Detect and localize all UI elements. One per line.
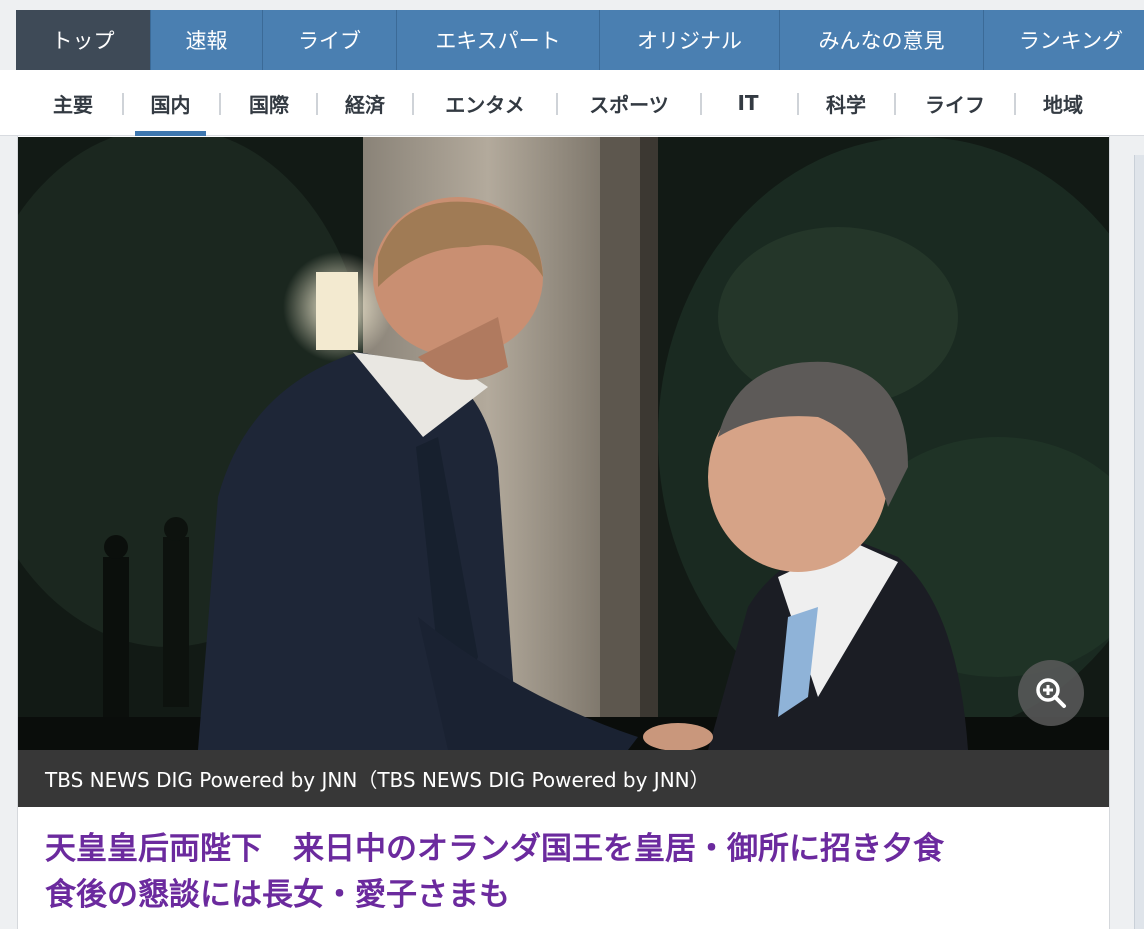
headline-line-2: 食後の懇談には長女・愛子さまも	[45, 877, 510, 913]
scrollbar-track[interactable]	[1134, 155, 1144, 929]
tab-live[interactable]: ライブ	[263, 10, 397, 70]
article-card: TBS NEWS DIG Powered by JNN（TBS NEWS DIG…	[17, 136, 1110, 929]
headline-line-1: 天皇皇后両陛下 来日中のオランダ国王を皇居・御所に招き夕食	[45, 831, 944, 867]
category-science[interactable]: 科学	[817, 70, 875, 136]
category-it[interactable]: IT	[726, 70, 770, 136]
top-nav: トップ 速報 ライブ エキスパート オリジナル みんなの意見 ランキング	[16, 10, 1144, 70]
tab-ranking[interactable]: ランキング	[984, 10, 1144, 70]
category-life[interactable]: ライフ	[915, 70, 995, 136]
tab-top[interactable]: トップ	[16, 10, 151, 70]
category-nav: 主要 国内 国際 経済 エンタメ スポーツ IT 科学 ライフ 地域	[0, 70, 1144, 136]
category-separator	[316, 93, 318, 115]
category-domestic[interactable]: 国内	[135, 70, 206, 136]
zoom-in-icon	[1034, 676, 1068, 710]
tab-breaking[interactable]: 速報	[151, 10, 263, 70]
tab-original[interactable]: オリジナル	[600, 10, 780, 70]
category-separator	[556, 93, 558, 115]
category-main[interactable]: 主要	[44, 70, 102, 136]
article-photo[interactable]	[18, 137, 1109, 750]
category-separator	[412, 93, 414, 115]
category-entertainment[interactable]: エンタメ	[434, 70, 536, 136]
category-separator	[894, 93, 896, 115]
article-headline[interactable]: 天皇皇后両陛下 来日中のオランダ国王を皇居・御所に招き夕食 食後の懇談には長女・…	[45, 826, 1085, 918]
category-local[interactable]: 地域	[1034, 70, 1092, 136]
category-separator	[1014, 93, 1016, 115]
tab-opinions[interactable]: みんなの意見	[780, 10, 984, 70]
category-international[interactable]: 国際	[240, 70, 298, 136]
photo-illustration	[18, 137, 1109, 750]
category-sports[interactable]: スポーツ	[578, 70, 680, 136]
category-separator	[219, 93, 221, 115]
tab-expert[interactable]: エキスパート	[397, 10, 600, 70]
category-separator	[122, 93, 124, 115]
category-separator	[700, 93, 702, 115]
zoom-button[interactable]	[1018, 660, 1084, 726]
category-separator	[797, 93, 799, 115]
category-economy[interactable]: 経済	[336, 70, 394, 136]
photo-caption: TBS NEWS DIG Powered by JNN（TBS NEWS DIG…	[18, 750, 1109, 807]
